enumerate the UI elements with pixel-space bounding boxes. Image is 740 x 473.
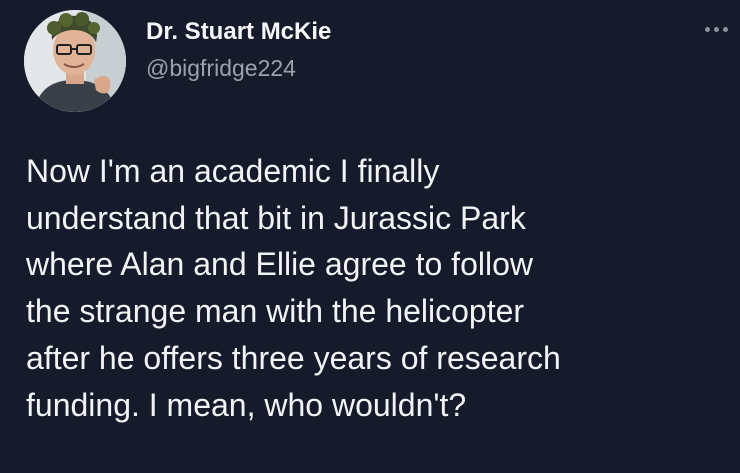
avatar-photo — [24, 10, 126, 112]
avatar[interactable] — [24, 10, 126, 112]
tweet-text-line: after he offers three years of research — [26, 339, 561, 376]
more-dot — [714, 26, 719, 32]
tweet-card: Dr. Stuart McKie @bigfridge224 Now I'm a… — [0, 0, 740, 473]
tweet-text-line: Now I'm an academic I finally — [26, 153, 440, 189]
author-handle[interactable]: @bigfridge224 — [146, 55, 296, 82]
more-dot — [705, 26, 710, 32]
tweet-text-line: understand that bit in Jurassic Park — [26, 199, 526, 236]
tweet-text: Now I'm an academic I finally understand… — [26, 148, 732, 428]
tweet-text-line: the strange man with the helicopter — [26, 293, 525, 330]
author-display-name[interactable]: Dr. Stuart McKie — [146, 18, 331, 46]
more-dot — [723, 26, 728, 32]
tweet-text-line: where Alan and Ellie agree to follow — [26, 246, 533, 283]
more-options-icon[interactable] — [696, 22, 728, 36]
tweet-text-line: funding. I mean, who wouldn't? — [26, 386, 467, 423]
